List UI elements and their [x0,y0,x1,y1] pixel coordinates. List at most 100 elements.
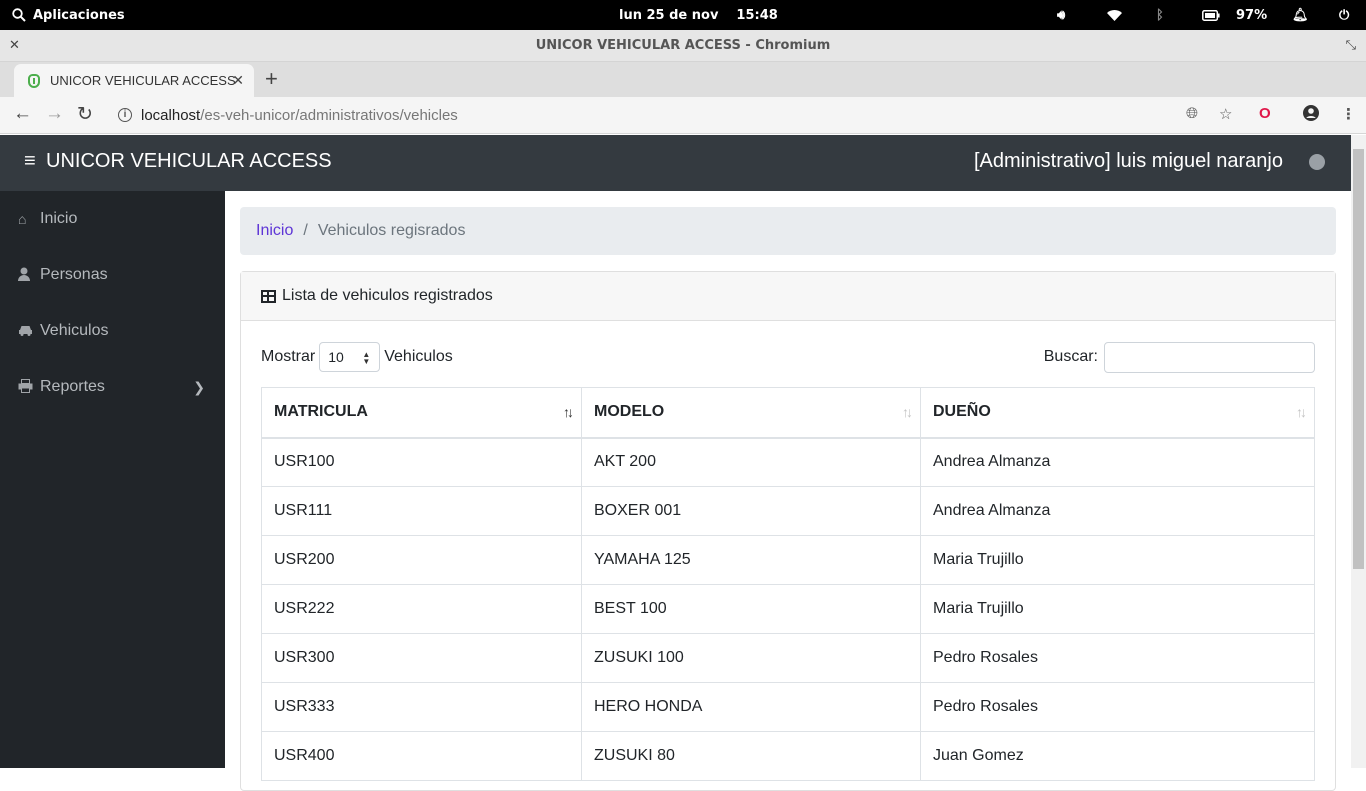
show-prefix: Mostrar [261,348,316,365]
cell-modelo: HERO HONDA [581,682,921,732]
applications-menu[interactable]: Aplicaciones [12,0,125,30]
page-length-select[interactable]: 10 ▲ ▼ [319,342,381,372]
table-row: USR300 ZUSUKI 100 Pedro Rosales [261,633,1315,683]
user-avatar-icon[interactable] [1309,154,1325,170]
page-scrollbar[interactable] [1351,135,1366,768]
cell-dueno: Andrea Almanza [920,437,1315,487]
window-titlebar: ✕ UNICOR VEHICULAR ACCESS - Chromium ⤡ [0,30,1366,62]
sidebar-item-label: Personas [40,266,108,283]
forward-button[interactable]: → [45,103,64,125]
system-tray[interactable]: 🔊︎ ᛒ 97% 🔔︎ ⏻ [1036,0,1366,30]
close-tab-icon[interactable]: ✕ [232,72,244,89]
vehicles-card: Lista de vehiculos registrados Mostrar 1… [240,271,1336,791]
user-name: [Administrativo] luis miguel naranjo [973,150,1283,172]
reload-button[interactable]: ↻ [77,103,93,126]
show-suffix: Vehiculos [384,348,453,365]
brand-title[interactable]: UNICOR VEHICULAR ACCESS [46,150,332,173]
sort-icon: ↑↓ [1296,404,1307,420]
cell-dueno: Pedro Rosales [920,682,1315,732]
cell-modelo: AKT 200 [581,437,921,487]
table-header-row: MATRICULA ↑↓ MODELO ↑↓ DUEÑO ↑↓ [261,387,1315,439]
main-content: Inicio / Vehiculos regisrados Lista de v… [225,191,1351,791]
column-header-dueno[interactable]: DUEÑO ↑↓ [920,387,1315,439]
opera-extension-icon[interactable]: O [1259,105,1271,122]
column-header-matricula[interactable]: MATRICULA ↑↓ [261,387,582,439]
notifications-icon[interactable]: 🔔︎ [1292,0,1309,30]
table-row: USR100 AKT 200 Andrea Almanza [261,437,1315,487]
address-bar[interactable]: i localhost/es-veh-unicor/administrativo… [118,104,458,126]
sidebar-item-label: Inicio [40,210,78,227]
time-label: 15:48 [736,7,778,23]
new-tab-button[interactable]: + [265,67,278,91]
sidebar-item-label: Vehiculos [40,322,109,339]
sidebar-item-reportes[interactable]: Reportes ❯ [0,367,225,407]
column-header-modelo[interactable]: MODELO ↑↓ [581,387,921,439]
site-info-icon[interactable]: i [118,108,132,122]
restore-window-icon[interactable]: ⤡ [1346,37,1356,53]
cell-matricula: USR300 [261,633,582,683]
url-path: /es-veh-unicor/administrativos/vehicles [200,106,458,124]
sort-asc-icon: ↑↓ [563,404,574,420]
card-header: Lista de vehiculos registrados [241,272,1335,321]
search-input[interactable] [1104,341,1315,373]
browser-toolbar: ← → ↻ i localhost/es-veh-unicor/administ… [0,97,1366,134]
tab-title: UNICOR VEHICULAR ACCESS [50,73,236,88]
favicon-icon [28,73,40,88]
table-controls: Mostrar 10 ▲ ▼ Vehiculos Buscar: [261,341,1315,373]
table-row: USR222 BEST 100 Maria Trujillo [261,584,1315,634]
search-control: Buscar: [1043,341,1315,373]
sidebar: ⌂ Inicio Personas Vehiculos Reportes ❯ [0,191,225,768]
card-title: Lista de vehiculos registrados [282,287,493,304]
browser-tab[interactable]: UNICOR VEHICULAR ACCESS ✕ [14,64,254,97]
bluetooth-off-icon[interactable]: ᛒ [1156,0,1164,30]
cell-modelo: BEST 100 [581,584,921,634]
cell-dueno: Juan Gomez [920,731,1315,781]
window-title: UNICOR VEHICULAR ACCESS - Chromium [535,38,831,53]
cell-modelo: ZUSUKI 100 [581,633,921,683]
cell-matricula: USR200 [261,535,582,585]
cell-matricula: USR111 [261,486,582,536]
table-row: USR200 YAMAHA 125 Maria Trujillo [261,535,1315,585]
cell-dueno: Maria Trujillo [920,535,1315,585]
sidebar-item-personas[interactable]: Personas [0,255,225,295]
cell-matricula: USR222 [261,584,582,634]
scrollbar-thumb[interactable] [1353,149,1364,569]
page-length-control: Mostrar 10 ▲ ▼ Vehiculos [261,342,453,372]
sidebar-item-vehiculos[interactable]: Vehiculos [0,311,225,351]
sidebar-item-label: Reportes [40,378,105,395]
search-icon [12,8,26,22]
translate-icon[interactable]: 🌐︎ [1186,105,1198,122]
cell-matricula: USR400 [261,731,582,781]
back-button[interactable]: ← [13,103,32,125]
sidebar-item-inicio[interactable]: ⌂ Inicio [0,199,225,239]
page-length-value: 10 [328,349,344,365]
profile-icon[interactable] [1303,105,1319,125]
table-icon [261,289,276,303]
wifi-icon[interactable] [1106,0,1123,30]
search-label: Buscar: [1043,348,1098,365]
clock[interactable]: lun 25 de nov 15:48 [619,0,778,30]
breadcrumb-home-link[interactable]: Inicio [256,222,293,240]
cell-dueno: Andrea Almanza [920,486,1315,536]
breadcrumb-separator: / [303,222,308,239]
volume-icon[interactable]: 🔊︎ [1057,0,1065,30]
hamburger-menu-icon[interactable]: ≡ [24,150,36,173]
power-icon[interactable]: ⏻ [1339,0,1349,30]
cell-modelo: ZUSUKI 80 [581,731,921,781]
url-host: localhost [141,106,201,124]
applications-label: Aplicaciones [33,7,125,23]
user-icon [18,267,40,284]
menu-kebab-icon[interactable]: ⋮ [1341,105,1356,123]
date-label: lun 25 de nov [619,7,719,23]
sort-icon: ↑↓ [902,404,913,420]
table-row: USR400 ZUSUKI 80 Juan Gomez [261,731,1315,781]
bookmark-star-icon[interactable]: ☆ [1219,105,1232,123]
battery-icon[interactable] [1202,0,1220,30]
system-top-bar: Aplicaciones lun 25 de nov 15:48 🔊︎ ᛒ 97… [0,0,1366,30]
print-icon [18,378,40,396]
table-row: USR111 BOXER 001 Andrea Almanza [261,486,1315,536]
cell-dueno: Maria Trujillo [920,584,1315,634]
cell-modelo: YAMAHA 125 [581,535,921,585]
cell-dueno: Pedro Rosales [920,633,1315,683]
select-arrows-icon: ▲ ▼ [362,350,371,366]
